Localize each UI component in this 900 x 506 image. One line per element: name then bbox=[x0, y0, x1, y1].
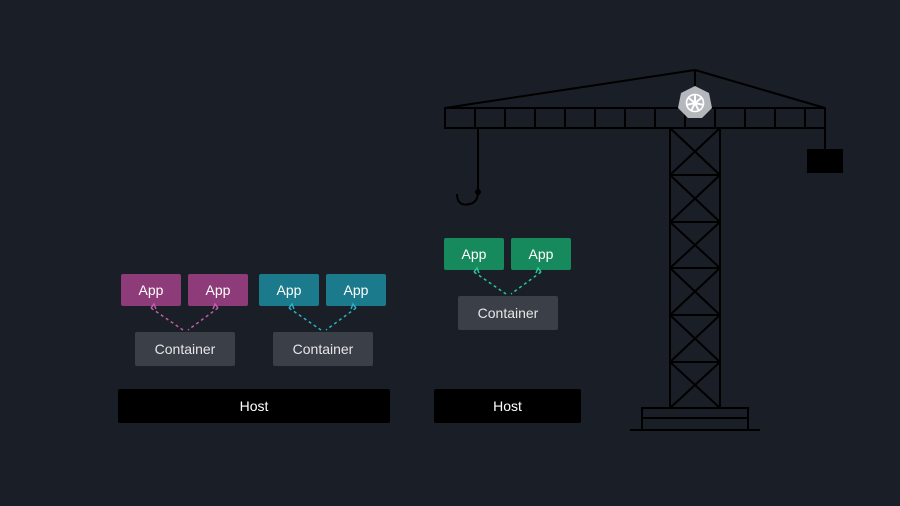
app-box-green-1: App bbox=[444, 238, 504, 270]
container-label: Container bbox=[293, 341, 354, 357]
kubernetes-icon-badge bbox=[677, 84, 713, 120]
host-box-right: Host bbox=[434, 389, 581, 423]
app-box-purple-1: App bbox=[121, 274, 181, 306]
host-label: Host bbox=[493, 398, 522, 414]
kubernetes-icon bbox=[677, 84, 713, 120]
container-box-left-2: Container bbox=[273, 332, 373, 366]
app-label: App bbox=[139, 282, 164, 298]
container-label: Container bbox=[478, 305, 539, 321]
app-label: App bbox=[529, 246, 554, 262]
app-box-teal-2: App bbox=[326, 274, 386, 306]
container-label: Container bbox=[155, 341, 216, 357]
host-label: Host bbox=[240, 398, 269, 414]
app-label: App bbox=[277, 282, 302, 298]
app-label: App bbox=[344, 282, 369, 298]
app-label: App bbox=[206, 282, 231, 298]
app-label: App bbox=[462, 246, 487, 262]
container-box-right: Container bbox=[458, 296, 558, 330]
app-box-teal-1: App bbox=[259, 274, 319, 306]
app-box-green-2: App bbox=[511, 238, 571, 270]
host-box-left: Host bbox=[118, 389, 390, 423]
container-box-left-1: Container bbox=[135, 332, 235, 366]
app-box-purple-2: App bbox=[188, 274, 248, 306]
